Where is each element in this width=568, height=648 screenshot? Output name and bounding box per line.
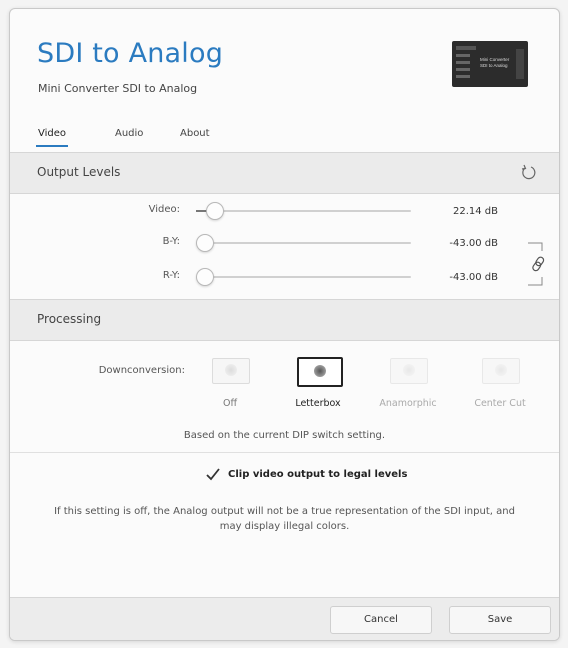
centercut-option-icon bbox=[495, 364, 507, 376]
video-slider-label: Video: bbox=[148, 204, 180, 215]
anamorphic-option-icon bbox=[403, 364, 415, 376]
clip-checkbox-label[interactable]: Clip video output to legal levels bbox=[228, 469, 407, 480]
video-slider-track[interactable] bbox=[196, 210, 411, 212]
off-option-icon bbox=[225, 364, 237, 376]
device-label-line1: Mini Converter bbox=[480, 57, 510, 62]
reset-icon[interactable] bbox=[517, 162, 539, 184]
page-title: SDI to Analog bbox=[37, 38, 224, 69]
option-off-label: Off bbox=[222, 398, 238, 409]
cancel-button[interactable]: Cancel bbox=[330, 606, 432, 634]
downconversion-letterbox-button[interactable] bbox=[297, 357, 343, 387]
processing-header: Processing bbox=[10, 299, 559, 341]
output-levels-title: Output Levels bbox=[37, 165, 121, 179]
downconversion-off-button[interactable] bbox=[212, 358, 250, 384]
device-image: Mini Converter SDI to Analog bbox=[452, 41, 528, 87]
by-level-value: -43.00 dB bbox=[449, 238, 498, 249]
tab-bar: Video Audio About bbox=[10, 123, 559, 153]
clip-checkbox-icon[interactable] bbox=[205, 467, 221, 483]
by-slider-label: B-Y: bbox=[162, 236, 180, 247]
save-button[interactable]: Save bbox=[449, 606, 551, 634]
ry-slider-track[interactable] bbox=[196, 276, 411, 278]
ry-slider-label: R-Y: bbox=[162, 270, 180, 281]
device-label-line2: SDI to Analog bbox=[480, 63, 508, 68]
output-levels-header: Output Levels bbox=[10, 152, 559, 194]
downconversion-label: Downconversion: bbox=[98, 365, 185, 376]
ry-level-value: -43.00 dB bbox=[449, 272, 498, 283]
option-centercut-label: Center Cut bbox=[474, 398, 526, 409]
tab-about[interactable]: About bbox=[178, 123, 212, 145]
by-slider-track[interactable] bbox=[196, 242, 411, 244]
ry-slider-thumb[interactable] bbox=[196, 268, 214, 286]
page-subtitle: Mini Converter SDI to Analog bbox=[38, 82, 198, 95]
video-slider-thumb[interactable] bbox=[206, 202, 224, 220]
video-level-value: 22.14 dB bbox=[452, 206, 498, 217]
downconversion-anamorphic-button[interactable] bbox=[390, 358, 428, 384]
divider bbox=[10, 452, 559, 453]
dip-switch-note: Based on the current DIP switch setting. bbox=[183, 430, 386, 441]
tab-audio[interactable]: Audio bbox=[113, 123, 145, 145]
option-anamorphic-label: Anamorphic bbox=[379, 398, 437, 409]
downconversion-centercut-button[interactable] bbox=[482, 358, 520, 384]
clip-note-line2: may display illegal colors. bbox=[219, 521, 350, 532]
tab-video[interactable]: Video bbox=[36, 123, 69, 147]
settings-window: SDI to Analog Mini Converter SDI to Anal… bbox=[9, 8, 560, 641]
clip-note-line1: If this setting is off, the Analog outpu… bbox=[54, 506, 515, 517]
option-letterbox-label: Letterbox bbox=[295, 398, 341, 409]
footer-bar: Cancel Save bbox=[10, 597, 559, 640]
letterbox-option-icon bbox=[314, 365, 326, 377]
processing-title: Processing bbox=[37, 312, 102, 326]
link-icon[interactable] bbox=[524, 241, 550, 287]
by-slider-thumb[interactable] bbox=[196, 234, 214, 252]
